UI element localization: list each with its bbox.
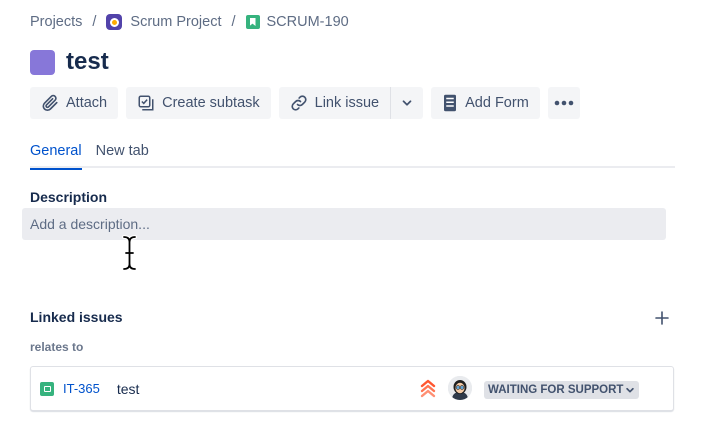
breadcrumb-issue[interactable]: SCRUM-190 (245, 14, 349, 30)
attach-label: Attach (66, 95, 108, 111)
plus-icon[interactable] (654, 310, 670, 326)
more-icon (554, 100, 574, 106)
link-issue-button[interactable]: Link issue (278, 87, 391, 119)
link-issue-dropdown[interactable] (390, 87, 424, 119)
issue-header: test (30, 48, 109, 76)
tab-general[interactable]: General (30, 143, 82, 170)
story-icon (245, 15, 260, 29)
form-icon (444, 94, 457, 112)
breadcrumb-separator: / (231, 14, 236, 30)
status-badge[interactable]: WAITING FOR SUPPORT (484, 381, 640, 399)
chevron-down-icon (626, 387, 635, 393)
breadcrumb: Projects / Scrum Project / SCRUM-190 (30, 12, 349, 32)
breadcrumb-project[interactable]: Scrum Project (106, 14, 221, 30)
link-icon (291, 95, 307, 111)
highest-priority-icon (420, 379, 436, 398)
chevron-down-icon (402, 100, 412, 106)
linked-issue-key[interactable]: IT-365 (63, 381, 100, 396)
more-actions-button[interactable] (547, 87, 580, 119)
create-subtask-label: Create subtask (162, 95, 260, 111)
description-field[interactable]: Add a description... (22, 208, 666, 240)
relation-label: relates to (30, 340, 84, 354)
breadcrumb-issue-label: SCRUM-190 (266, 14, 349, 30)
text-cursor-icon (122, 235, 137, 271)
link-issue-split-button: Link issue (278, 87, 424, 119)
create-subtask-button[interactable]: Create subtask (126, 87, 271, 119)
paperclip-icon (42, 94, 58, 112)
task-type-icon (40, 381, 54, 396)
issue-type-icon[interactable] (30, 49, 55, 75)
page-title[interactable]: test (66, 48, 109, 76)
project-avatar-icon (106, 14, 123, 30)
breadcrumb-projects[interactable]: Projects (30, 14, 82, 30)
breadcrumb-project-label: Scrum Project (130, 14, 222, 30)
tab-new-tab[interactable]: New tab (96, 143, 149, 168)
breadcrumb-separator: / (92, 14, 97, 30)
linked-issue-row[interactable]: IT-365 test WAITING FOR SUPPORT (30, 366, 674, 411)
attach-button[interactable]: Attach (30, 87, 119, 119)
add-form-button[interactable]: Add Form (431, 87, 540, 119)
linked-issue-summary: test (116, 380, 140, 397)
subtask-icon (138, 95, 154, 111)
description-heading: Description (30, 189, 108, 205)
assignee-avatar[interactable] (448, 376, 472, 400)
tab-bar: General New tab (30, 143, 675, 170)
linked-issues-heading: Linked issues (30, 309, 123, 325)
issue-toolbar: Attach Create subtask Link issue Add For… (30, 87, 588, 119)
status-label: WAITING FOR SUPPORT (488, 384, 624, 396)
link-issue-label: Link issue (314, 95, 380, 111)
add-form-label: Add Form (465, 95, 529, 111)
